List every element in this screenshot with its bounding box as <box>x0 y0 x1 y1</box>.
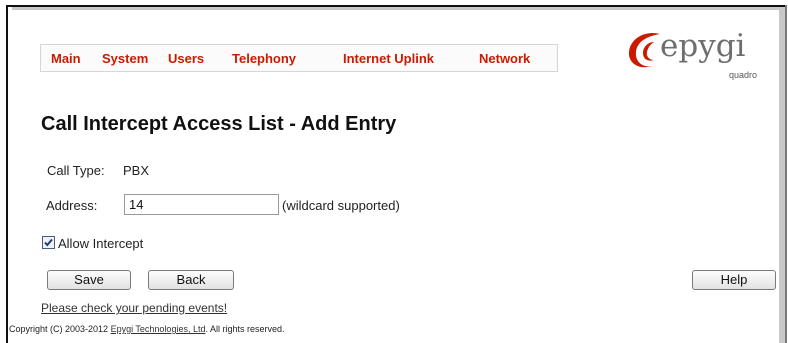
nav-item-telephony[interactable]: Telephony <box>232 51 296 66</box>
logo-text: epygi <box>660 28 746 64</box>
address-hint: (wildcard supported) <box>282 198 400 213</box>
nav-item-internet-uplink[interactable]: Internet Uplink <box>343 51 434 66</box>
frame-border <box>6 5 786 7</box>
save-button[interactable]: Save <box>47 270 131 290</box>
address-input[interactable] <box>124 194 279 215</box>
allow-intercept-checkbox[interactable] <box>42 236 55 249</box>
copyright-footer: Copyright (C) 2003-2012 Epygi Technologi… <box>9 324 285 334</box>
address-label: Address: <box>46 198 98 213</box>
copyright-prefix: Copyright (C) 2003-2012 <box>9 324 111 334</box>
allow-intercept-label[interactable]: Allow Intercept <box>58 236 143 251</box>
nav-item-network[interactable]: Network <box>479 51 530 66</box>
main-nav: Main System Users Telephony Internet Upl… <box>40 44 558 72</box>
call-type-label: Call Type: <box>47 163 105 178</box>
nav-item-users[interactable]: Users <box>168 51 204 66</box>
copyright-suffix: . All rights reserved. <box>205 324 285 334</box>
frame-shadow <box>12 7 785 10</box>
back-button[interactable]: Back <box>148 270 234 290</box>
call-type-value: PBX <box>123 163 150 178</box>
checkmark-icon <box>44 238 53 247</box>
company-link[interactable]: Epygi Technologies, Ltd <box>111 324 206 334</box>
nav-item-system[interactable]: System <box>102 51 148 66</box>
frame-border <box>785 5 787 343</box>
help-button[interactable]: Help <box>692 270 776 290</box>
frame-border <box>6 5 8 343</box>
logo-subtext: quadro <box>729 70 758 80</box>
page-title: Call Intercept Access List - Add Entry <box>41 113 397 135</box>
pending-events-link[interactable]: Please check your pending events! <box>41 301 227 315</box>
epygi-logo: epygi quadro <box>624 28 764 90</box>
nav-item-main[interactable]: Main <box>51 51 81 66</box>
